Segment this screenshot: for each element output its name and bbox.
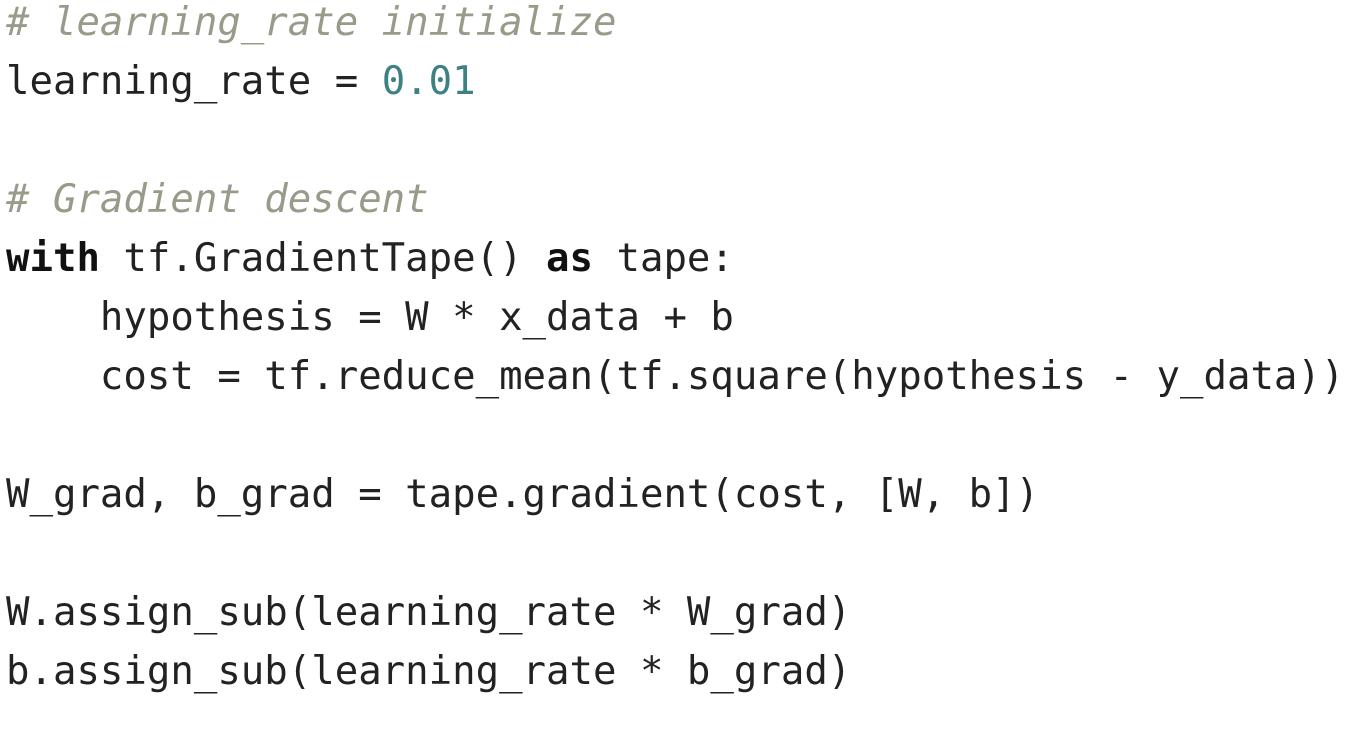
code-line-12: b.assign_sub(learning_rate * b_grad) xyxy=(6,642,1368,701)
code-line-6: hypothesis = W * x_data + b xyxy=(6,288,1368,347)
code-line-1: # learning_rate initialize xyxy=(6,0,1368,52)
keyword-token: as xyxy=(546,236,594,281)
code-token: hypothesis = W * x_data + b xyxy=(6,295,734,340)
code-token: tape: xyxy=(593,236,734,281)
code-line-8-blank xyxy=(6,406,1368,465)
keyword-token: with xyxy=(6,236,100,281)
code-token: tf.GradientTape() xyxy=(99,236,547,281)
code-line-9: W_grad, b_grad = tape.gradient(cost, [W,… xyxy=(6,465,1368,524)
code-token: W_grad, b_grad = tape.gradient(cost, [W,… xyxy=(6,472,1040,517)
code-token: cost = tf.reduce_mean(tf.square(hypothes… xyxy=(6,354,1345,399)
code-line-11: W.assign_sub(learning_rate * W_grad) xyxy=(6,583,1368,642)
code-view: # learning_rate initialize learning_rate… xyxy=(0,0,1368,727)
code-token: b.assign_sub(learning_rate * b_grad) xyxy=(6,649,852,694)
code-line-10-blank xyxy=(6,524,1368,583)
code-line-3-blank xyxy=(6,111,1368,170)
code-token: learning_rate = xyxy=(6,59,382,104)
code-line-7: cost = tf.reduce_mean(tf.square(hypothes… xyxy=(6,347,1368,406)
code-line-2: learning_rate = 0.01 xyxy=(6,52,1368,111)
code-line-5: with tf.GradientTape() as tape: xyxy=(6,229,1368,288)
code-token: W.assign_sub(learning_rate * W_grad) xyxy=(6,590,852,635)
number-token: 0.01 xyxy=(381,59,476,104)
comment-token: # Gradient descent xyxy=(6,177,429,222)
code-line-4: # Gradient descent xyxy=(6,170,1368,229)
comment-token: # learning_rate initialize xyxy=(6,0,617,45)
